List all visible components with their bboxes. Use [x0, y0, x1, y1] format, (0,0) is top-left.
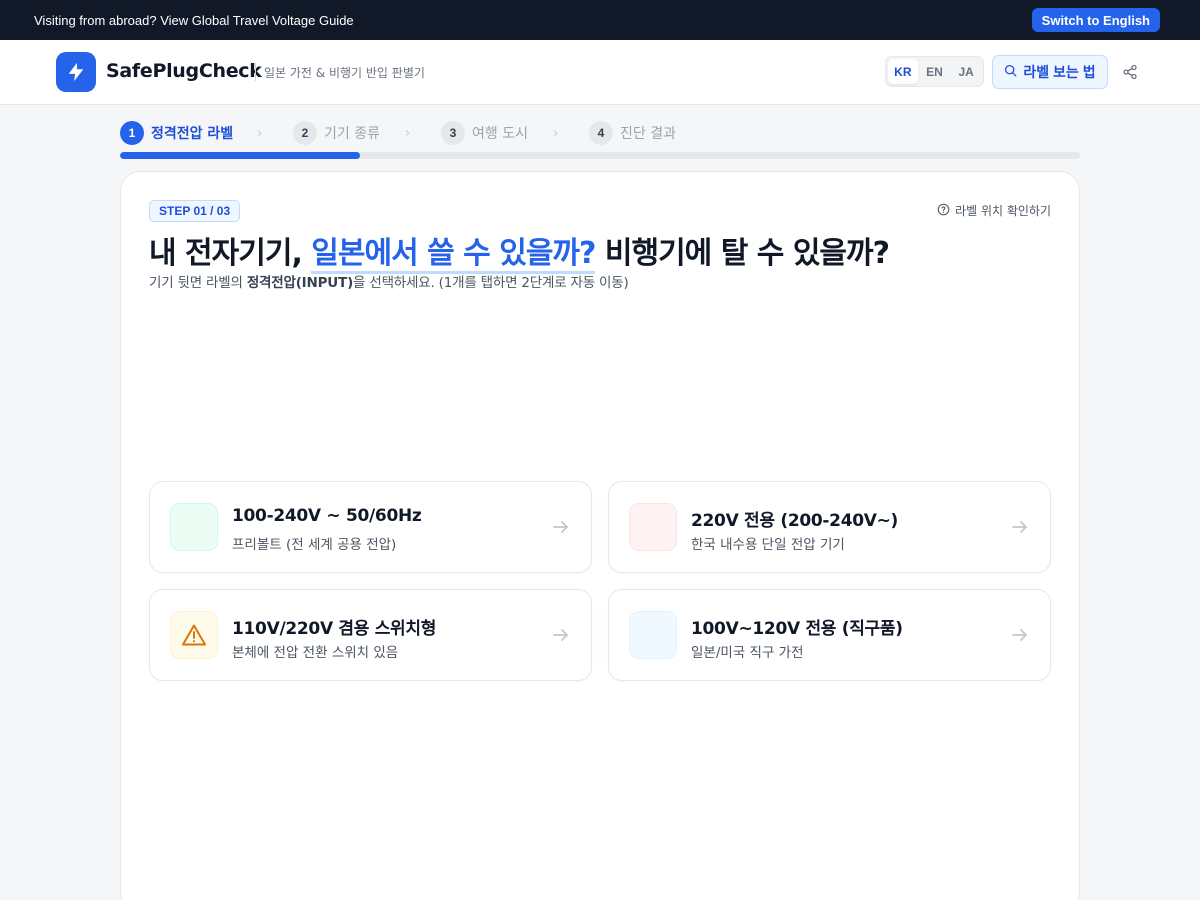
- site-header: SafePlugCheck 일본 가전 & 비행기 반입 판별기 KR EN J…: [0, 40, 1200, 105]
- switch-to-english-button[interactable]: Switch to English: [1031, 8, 1160, 32]
- option-free-volt[interactable]: 100-240V ~ 50/60Hz 프리볼트 (전 세계 공용 전압): [149, 481, 592, 573]
- instruction-emphasis: 정격전압(INPUT): [246, 275, 354, 291]
- option-title: 100V~120V 전용 (직구품): [691, 619, 903, 639]
- chevron-right-icon: ›: [257, 126, 263, 141]
- option-title: 110V/220V 겸용 스위치형: [232, 619, 437, 639]
- option-icon-box: [629, 503, 677, 551]
- option-description: 본체에 전압 전환 스위치 있음: [232, 645, 399, 661]
- option-icon-box: [629, 611, 677, 659]
- option-icon-box: [170, 611, 218, 659]
- title-suffix: 비행기에 탈 수 있을까?: [595, 236, 890, 271]
- language-switcher: KR EN JA: [885, 56, 984, 87]
- instruction-prefix: 기기 뒷면 라벨의: [149, 275, 247, 291]
- option-description: 프리볼트 (전 세계 공용 전압): [232, 537, 397, 553]
- warning-icon: [182, 624, 206, 646]
- step-number: 2: [293, 121, 317, 145]
- step-badge: STEP 01 / 03: [149, 200, 241, 222]
- step-label: 여행 도시: [472, 126, 528, 142]
- step-card: STEP 01 / 03 라벨 위치 확인하기 내 전자기기, 일본에서 쓸 수…: [120, 171, 1080, 900]
- brand-subtitle: 일본 가전 & 비행기 반입 판별기: [264, 66, 425, 80]
- step-number: 3: [441, 121, 465, 145]
- instruction-text: 기기 뒷면 라벨의 정격전압(INPUT)을 선택하세요. (1개를 탭하면 2…: [149, 271, 629, 291]
- progress-bar-fill: [120, 152, 360, 159]
- banner-text[interactable]: Visiting from abroad? View Global Travel…: [34, 13, 354, 28]
- step-1[interactable]: 1 정격전압 라벨: [120, 120, 233, 146]
- option-title: 220V 전용 (200-240V~): [691, 511, 899, 531]
- option-220v-only[interactable]: 220V 전용 (200-240V~) 한국 내수용 단일 전압 기기: [608, 481, 1051, 573]
- step-number: 1: [120, 121, 144, 145]
- page-title: 내 전자기기, 일본에서 쓸 수 있을까? 비행기에 탈 수 있을까?: [149, 228, 890, 274]
- label-location-text: 라벨 위치 확인하기: [955, 204, 1051, 218]
- instruction-suffix: 을 선택하세요. (1개를 탭하면 2단계로 자동 이동): [353, 275, 629, 291]
- chevron-right-icon: ›: [553, 126, 559, 141]
- option-title: 100-240V ~ 50/60Hz: [232, 506, 422, 526]
- arrow-right-icon: [1012, 629, 1027, 641]
- search-icon: [1004, 64, 1017, 80]
- step-label: 진단 결과: [620, 126, 676, 142]
- lang-en-button[interactable]: EN: [920, 59, 950, 84]
- brand-divider: [255, 63, 256, 81]
- step-3[interactable]: 3 여행 도시: [441, 120, 528, 146]
- step-number: 4: [589, 121, 613, 145]
- label-guide-button[interactable]: 라벨 보는 법: [992, 55, 1108, 89]
- option-dual-voltage-switch[interactable]: 110V/220V 겸용 스위치형 본체에 전압 전환 스위치 있음: [149, 589, 592, 681]
- option-100-120v-only[interactable]: 100V~120V 전용 (직구품) 일본/미국 직구 가전: [608, 589, 1051, 681]
- arrow-right-icon: [553, 629, 568, 641]
- title-highlight: 일본에서 쓸 수 있을까?: [311, 236, 596, 274]
- lang-ja-button[interactable]: JA: [951, 59, 981, 84]
- step-2[interactable]: 2 기기 종류: [293, 120, 380, 146]
- label-guide-text: 라벨 보는 법: [1023, 64, 1096, 80]
- progress-stepper: 1 정격전압 라벨 › 2 기기 종류 › 3 여행 도시 › 4 진단 결과: [120, 120, 1080, 148]
- chevron-right-icon: ›: [405, 126, 411, 141]
- lightning-bolt-icon[interactable]: [56, 52, 96, 92]
- option-icon-box: [170, 503, 218, 551]
- option-description: 한국 내수용 단일 전압 기기: [691, 537, 845, 553]
- label-location-link[interactable]: 라벨 위치 확인하기: [937, 202, 1051, 219]
- progress-bar: [120, 152, 1080, 159]
- step-label: 정격전압 라벨: [151, 126, 234, 142]
- step-label: 기기 종류: [324, 126, 380, 142]
- brand-name[interactable]: SafePlugCheck: [106, 60, 262, 82]
- arrow-right-icon: [553, 521, 568, 533]
- arrow-right-icon: [1012, 521, 1027, 533]
- share-icon[interactable]: [1121, 62, 1139, 82]
- option-description: 일본/미국 직구 가전: [691, 645, 804, 661]
- title-prefix: 내 전자기기,: [149, 236, 312, 271]
- help-circle-icon: [937, 203, 950, 219]
- step-4[interactable]: 4 진단 결과: [589, 120, 676, 146]
- lang-kr-button[interactable]: KR: [888, 59, 918, 84]
- global-guide-banner: Visiting from abroad? View Global Travel…: [0, 0, 1200, 40]
